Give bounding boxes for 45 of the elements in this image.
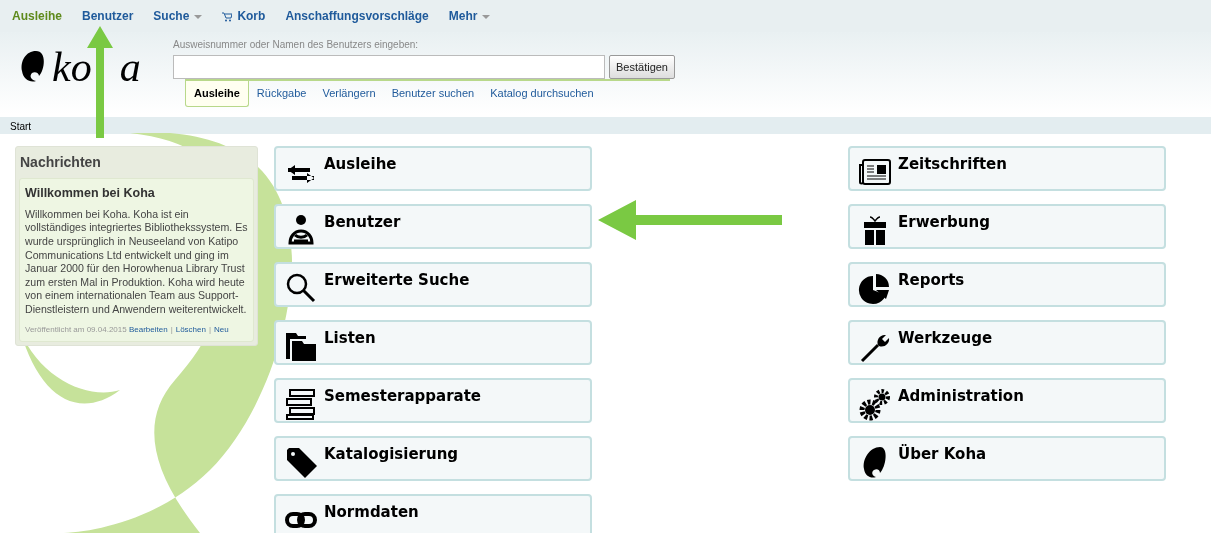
search-field[interactable] — [173, 55, 605, 79]
module-button[interactable]: Normdaten — [274, 494, 592, 533]
module-button[interactable]: Erweiterte Suche — [274, 262, 592, 307]
nav-link-item[interactable]: Anschaffungsvorschläge — [285, 7, 429, 25]
module-button[interactable]: Werkzeuge — [848, 320, 1166, 365]
logo-text: a — [119, 46, 141, 88]
search-icon — [284, 271, 318, 305]
nav-link-item[interactable]: Benutzer — [82, 7, 134, 25]
search-label: Ausweisnummer oder Namen des Benutzers eingeben: — [173, 38, 420, 52]
module-button[interactable]: Benutzer — [274, 204, 592, 249]
action-link[interactable]: Bearbeiten — [128, 324, 168, 334]
module-button[interactable]: Katalogisierung — [274, 436, 592, 481]
nav-link-item[interactable]: Mehr — [448, 7, 491, 25]
nav-link-item[interactable]: Korb — [222, 7, 266, 25]
module-button[interactable]: Reports — [848, 262, 1166, 307]
module-button[interactable]: Ausleihe — [274, 146, 592, 191]
module-button[interactable]: Semesterapparate — [274, 378, 592, 423]
tab[interactable]: Benutzer suchen — [383, 81, 483, 107]
module-button[interactable]: Über Koha — [848, 436, 1166, 481]
news-heading: Nachrichten — [19, 153, 102, 172]
news-text: Willkommen bei Koha. Koha ist ein vollständiges integriertes Bibliothekssystem. Es wurde ursprünglich in Neuseeland von Katipo Communications Ltd entwickelt und ging im Januar 2000 für den Horowhenua Library Trust zum ersten Mal in Produktion. Koha wird heute von einem internationalen Team aus Support-Dienstleistern und Anwendern weiterentwickelt. — [25, 207, 248, 317]
books-icon — [284, 387, 318, 421]
breadcrumb-link[interactable]: Start — [10, 121, 32, 132]
gears-icon — [858, 387, 892, 421]
module-button[interactable]: Listen — [274, 320, 592, 365]
separator: | — [208, 324, 212, 334]
news-title: Willkommen bei Koha — [25, 185, 156, 202]
nav-link-item[interactable]: Ausleihe — [12, 7, 62, 25]
tab[interactable]: Rückgabe — [248, 81, 315, 107]
submit-button[interactable]: Bestätigen — [609, 55, 675, 79]
logo-text: ko — [52, 46, 92, 88]
cart-icon — [222, 11, 233, 22]
separator: | — [170, 324, 173, 334]
module-button[interactable]: Administration — [848, 378, 1166, 423]
module-button[interactable]: Zeitschriften — [848, 146, 1166, 191]
post-date: Veröffentlicht am 09.04.2015 — [25, 324, 127, 334]
action-link[interactable]: Löschen — [175, 324, 206, 334]
tag-icon — [284, 445, 318, 479]
pie-chart-icon — [858, 271, 892, 305]
nav-link-item[interactable]: Suche — [153, 7, 203, 25]
tab[interactable]: Ausleihe — [185, 81, 249, 107]
action-link[interactable]: Neu — [214, 324, 229, 334]
tab[interactable]: Katalog durchsuchen — [482, 81, 602, 107]
tab[interactable]: Verlängern — [314, 81, 384, 107]
module-button[interactable]: Erwerbung — [848, 204, 1166, 249]
